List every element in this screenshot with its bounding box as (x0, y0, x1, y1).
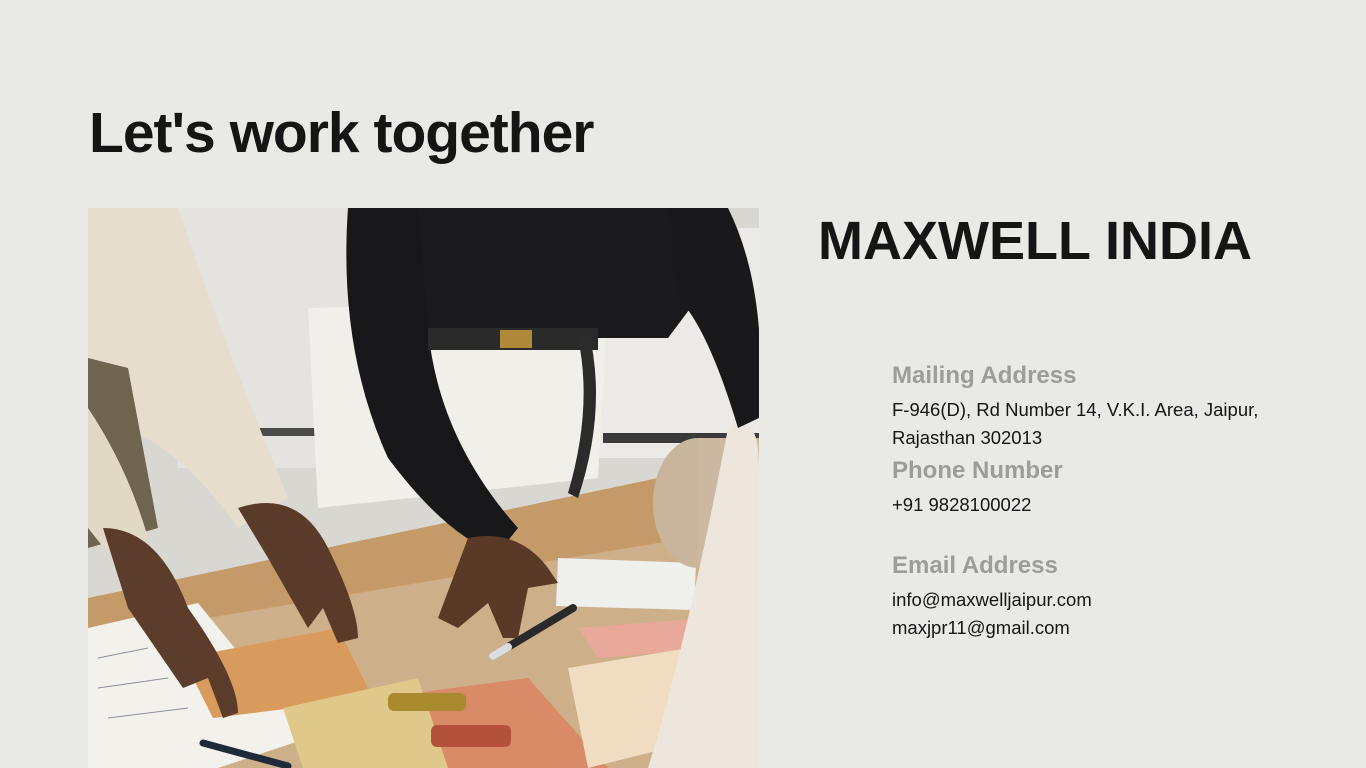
phone-number-block: Phone Number +91 9828100022 (892, 457, 1312, 519)
phone-number-label: Phone Number (892, 457, 1063, 484)
email-primary[interactable]: info@maxwelljaipur.com (892, 586, 1312, 614)
mailing-address-label: Mailing Address (892, 362, 1077, 389)
page-heading: Let's work together (89, 101, 594, 165)
mailing-address-block: Mailing Address F-946(D), Rd Number 14, … (892, 362, 1312, 452)
team-photo (88, 208, 759, 768)
email-secondary[interactable]: maxjpr11@gmail.com (892, 614, 1312, 642)
mailing-address-line1: F-946(D), Rd Number 14, V.K.I. Area, Jai… (892, 399, 1259, 420)
mailing-address-line2: Rajasthan 302013 (892, 427, 1043, 448)
phone-number-value[interactable]: +91 9828100022 (892, 491, 1312, 519)
email-address-block: Email Address info@maxwelljaipur.com max… (892, 552, 1312, 642)
company-name: MAXWELL INDIA (818, 211, 1252, 271)
email-address-label: Email Address (892, 552, 1058, 579)
